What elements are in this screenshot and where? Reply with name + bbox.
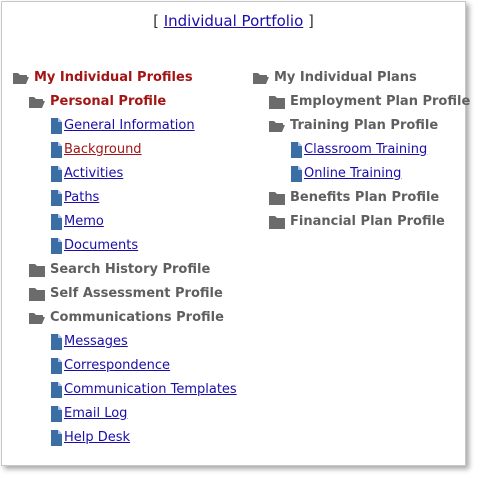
folder-closed-icon xyxy=(29,288,45,301)
tree-label-benefits-plan-profile: Benefits Plan Profile xyxy=(290,190,440,205)
folder-closed-icon xyxy=(269,96,285,109)
link-help-desk[interactable]: Help Desk xyxy=(64,426,130,450)
link-memo[interactable]: Memo xyxy=(64,210,104,234)
folder-open-icon xyxy=(29,313,45,324)
tree-label-self-assessment-profile: Self Assessment Profile xyxy=(50,286,223,301)
tree-label-my-individual-plans: My Individual Plans xyxy=(274,70,417,85)
link-background[interactable]: Background xyxy=(64,138,142,162)
tree-label-training-plan-profile: Training Plan Profile xyxy=(290,118,439,133)
tree-label-communications-profile: Communications Profile xyxy=(50,310,224,325)
link-correspondence[interactable]: Correspondence xyxy=(64,354,170,378)
portfolio-panel: [ Individual Portfolio ] My Individual P… xyxy=(1,1,470,466)
folder-closed-icon xyxy=(269,192,285,205)
tree-label-employment-plan-profile: Employment Plan Profile xyxy=(290,94,471,109)
link-email-log[interactable]: Email Log xyxy=(64,402,127,426)
link-documents[interactable]: Documents xyxy=(64,234,138,258)
link-activities[interactable]: Activities xyxy=(64,162,123,186)
folder-closed-icon xyxy=(269,216,285,229)
link-communication-templates[interactable]: Communication Templates xyxy=(64,378,237,402)
link-general-information[interactable]: General Information xyxy=(64,114,195,138)
link-paths[interactable]: Paths xyxy=(64,186,99,210)
folder-open-icon xyxy=(29,97,45,108)
individual-portfolio-link[interactable]: Individual Portfolio xyxy=(164,12,304,30)
bracket-close: ] xyxy=(308,12,314,30)
tree-label-my-individual-profiles: My Individual Profiles xyxy=(34,70,193,85)
folder-closed-icon xyxy=(29,264,45,277)
tree-label-search-history-profile: Search History Profile xyxy=(50,262,211,277)
link-classroom-training[interactable]: Classroom Training xyxy=(304,138,427,162)
bracket-open: [ xyxy=(153,12,159,30)
tree-label-personal-profile: Personal Profile xyxy=(50,94,167,109)
link-messages[interactable]: Messages xyxy=(64,330,128,354)
portfolio-header: [ Individual Portfolio ] xyxy=(2,12,465,30)
folder-open-icon xyxy=(269,121,285,132)
link-online-training[interactable]: Online Training xyxy=(304,162,401,186)
folder-open-icon xyxy=(13,73,29,84)
tree-label-financial-plan-profile: Financial Plan Profile xyxy=(290,214,445,229)
folder-open-icon xyxy=(253,73,269,84)
